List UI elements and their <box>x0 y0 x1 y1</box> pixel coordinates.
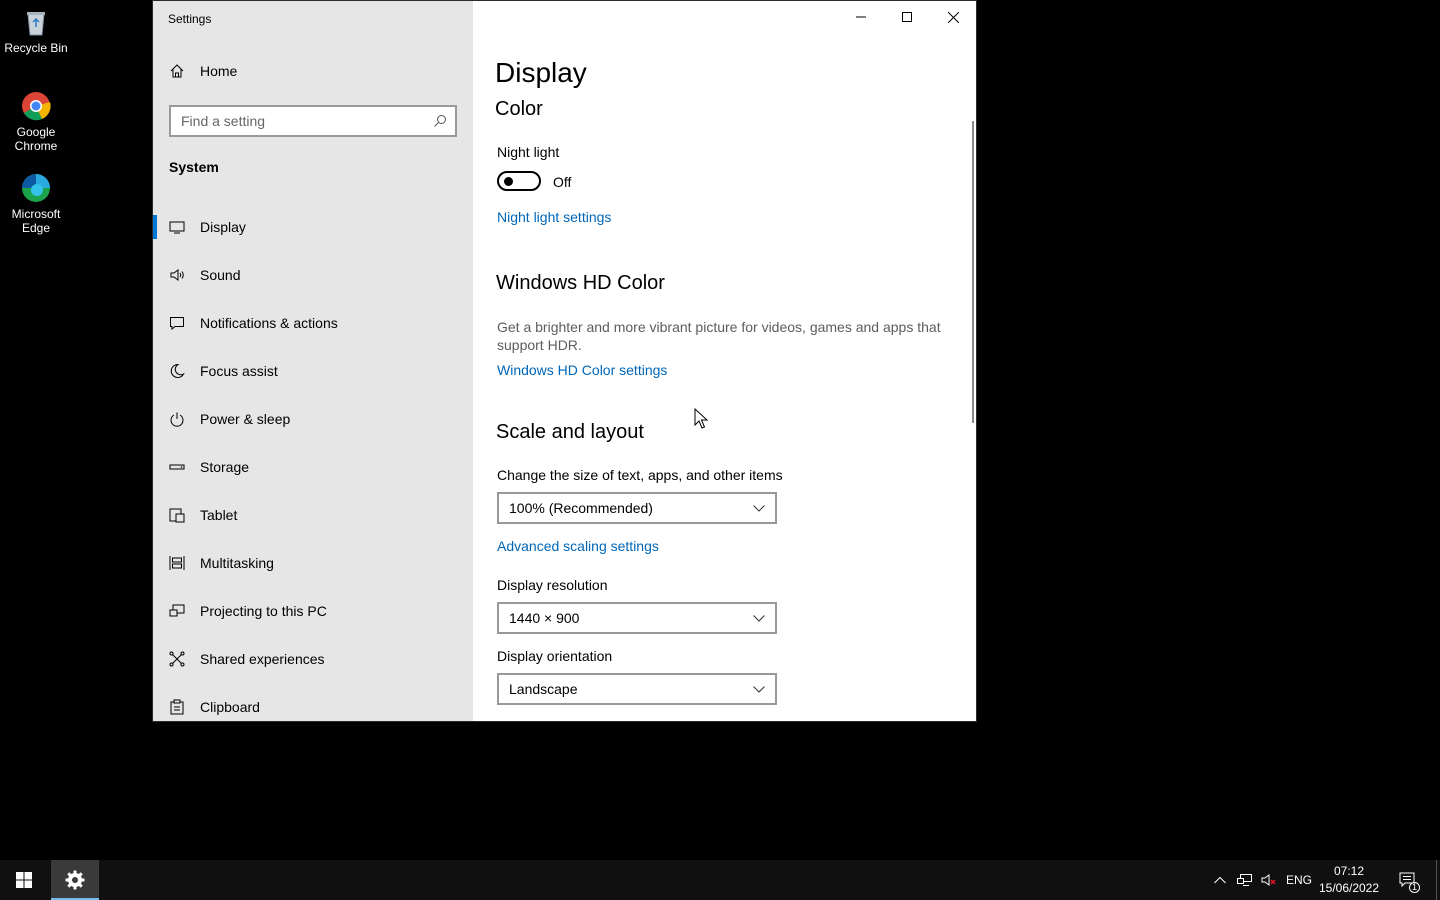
windows-logo-icon <box>16 872 32 888</box>
hd-color-heading: Windows HD Color <box>496 272 665 294</box>
sidebar-item-sound[interactable]: Sound <box>153 251 473 299</box>
hd-color-settings-link[interactable]: Windows HD Color settings <box>497 362 667 378</box>
sidebar-item-shared-experiences[interactable]: Shared experiences <box>153 635 473 683</box>
sidebar-item-tablet[interactable]: Tablet <box>153 491 473 539</box>
desktop-icon-label: Recycle Bin <box>4 41 68 55</box>
taskbar: ENG 07:12 15/06/2022 1 <box>0 860 1440 900</box>
sidebar-item-label: Notifications & actions <box>200 315 338 331</box>
window-title: Settings <box>168 12 212 26</box>
content-pane: Display Color Night light Off Night ligh… <box>495 1 976 721</box>
sidebar-item-label: Clipboard <box>200 699 260 715</box>
desktop-icon-label: Microsoft Edge <box>11 207 61 235</box>
clock[interactable]: 07:12 15/06/2022 <box>1314 863 1384 897</box>
mouse-cursor-icon <box>694 408 708 429</box>
hd-color-description: Get a brighter and more vibrant picture … <box>497 319 941 353</box>
sidebar-item-label: Shared experiences <box>200 651 325 667</box>
orientation-label: Display orientation <box>497 648 613 664</box>
home-icon <box>170 64 184 78</box>
section-title: System <box>169 159 219 175</box>
language-indicator[interactable]: ENG <box>1284 860 1314 900</box>
message-icon <box>169 315 185 331</box>
desktop-icon-label: Google Chrome <box>14 125 58 153</box>
projecting-icon <box>169 603 185 619</box>
shared-icon <box>169 651 185 667</box>
chevron-down-icon <box>753 614 765 622</box>
desktop-icon-recycle-bin[interactable]: Recycle Bin <box>2 6 70 55</box>
clock-date: 15/06/2022 <box>1318 881 1380 895</box>
gear-icon <box>65 870 85 890</box>
desktop-icon-edge[interactable]: Microsoft Edge <box>2 172 70 235</box>
sidebar-item-notifications[interactable]: Notifications & actions <box>153 299 473 347</box>
color-heading: Color <box>495 98 543 120</box>
page-title: Display <box>495 57 587 88</box>
night-light-toggle[interactable] <box>497 171 541 191</box>
network-icon <box>1237 874 1252 886</box>
notification-count-badge: 1 <box>1409 882 1420 893</box>
edge-icon <box>22 174 50 202</box>
storage-icon <box>169 459 185 475</box>
clipboard-icon <box>169 699 185 715</box>
search-box[interactable] <box>169 105 457 137</box>
speaker-muted-icon <box>1261 874 1276 886</box>
sidebar-item-label: Sound <box>200 267 241 283</box>
scale-layout-heading: Scale and layout <box>496 421 644 443</box>
scale-dropdown-value: 100% (Recommended) <box>509 500 653 516</box>
night-light-state: Off <box>553 174 572 190</box>
sidebar-item-label: Multitasking <box>200 555 274 571</box>
recycle-bin-icon <box>27 12 45 36</box>
sidebar-item-label: Display <box>200 219 246 235</box>
content-scrollbar[interactable] <box>972 121 974 423</box>
chrome-icon <box>22 92 51 121</box>
search-icon[interactable] <box>433 114 447 128</box>
night-light-label: Night light <box>497 144 560 160</box>
monitor-icon <box>169 219 185 235</box>
chevron-down-icon <box>753 685 765 693</box>
home-label: Home <box>200 63 238 79</box>
resolution-label: Display resolution <box>497 577 608 593</box>
toggle-knob <box>504 177 513 186</box>
sidebar-item-label: Projecting to this PC <box>200 603 327 619</box>
sidebar-item-label: Tablet <box>200 507 238 523</box>
show-desktop-button[interactable] <box>1436 860 1440 900</box>
power-icon <box>169 411 185 427</box>
resolution-dropdown-value: 1440 × 900 <box>509 610 580 626</box>
chevron-up-icon <box>1214 876 1226 884</box>
start-button[interactable] <box>0 860 48 900</box>
sidebar-item-multitasking[interactable]: Multitasking <box>153 539 473 587</box>
sidebar-item-label: Storage <box>200 459 250 475</box>
taskbar-settings-app[interactable] <box>51 860 99 900</box>
search-input[interactable] <box>181 113 433 129</box>
settings-window: Settings Home System Display <box>152 0 977 722</box>
chevron-down-icon <box>753 504 765 512</box>
action-center-button[interactable]: 1 <box>1396 860 1420 900</box>
sidebar-item-label: Focus assist <box>200 363 278 379</box>
scale-dropdown[interactable]: 100% (Recommended) <box>497 492 777 524</box>
advanced-scaling-link[interactable]: Advanced scaling settings <box>497 538 659 554</box>
sidebar-nav: Display Sound Notifications & actions Fo… <box>153 203 473 721</box>
moon-icon <box>169 363 185 379</box>
tablet-icon <box>169 507 185 523</box>
show-hidden-icons-button[interactable] <box>1210 860 1230 900</box>
sidebar-item-power-sleep[interactable]: Power & sleep <box>153 395 473 443</box>
volume-button[interactable] <box>1258 860 1280 900</box>
sidebar-item-label: Power & sleep <box>200 411 291 427</box>
desktop-icon-chrome[interactable]: Google Chrome <box>2 90 70 153</box>
clock-time: 07:12 <box>1333 864 1365 878</box>
orientation-dropdown[interactable]: Landscape <box>497 673 777 705</box>
sidebar-item-storage[interactable]: Storage <box>153 443 473 491</box>
sidebar-item-focus-assist[interactable]: Focus assist <box>153 347 473 395</box>
sidebar-item-clipboard[interactable]: Clipboard <box>153 683 473 721</box>
speaker-icon <box>169 267 185 283</box>
resolution-dropdown[interactable]: 1440 × 900 <box>497 602 777 634</box>
home-button[interactable]: Home <box>169 63 237 79</box>
orientation-dropdown-value: Landscape <box>509 681 578 697</box>
text-size-label: Change the size of text, apps, and other… <box>497 467 783 483</box>
sidebar-item-projecting[interactable]: Projecting to this PC <box>153 587 473 635</box>
multitasking-icon <box>169 555 185 571</box>
network-button[interactable] <box>1234 860 1256 900</box>
sidebar: Settings Home System Display <box>153 1 473 721</box>
sidebar-item-display[interactable]: Display <box>153 203 473 251</box>
night-light-settings-link[interactable]: Night light settings <box>497 209 611 225</box>
